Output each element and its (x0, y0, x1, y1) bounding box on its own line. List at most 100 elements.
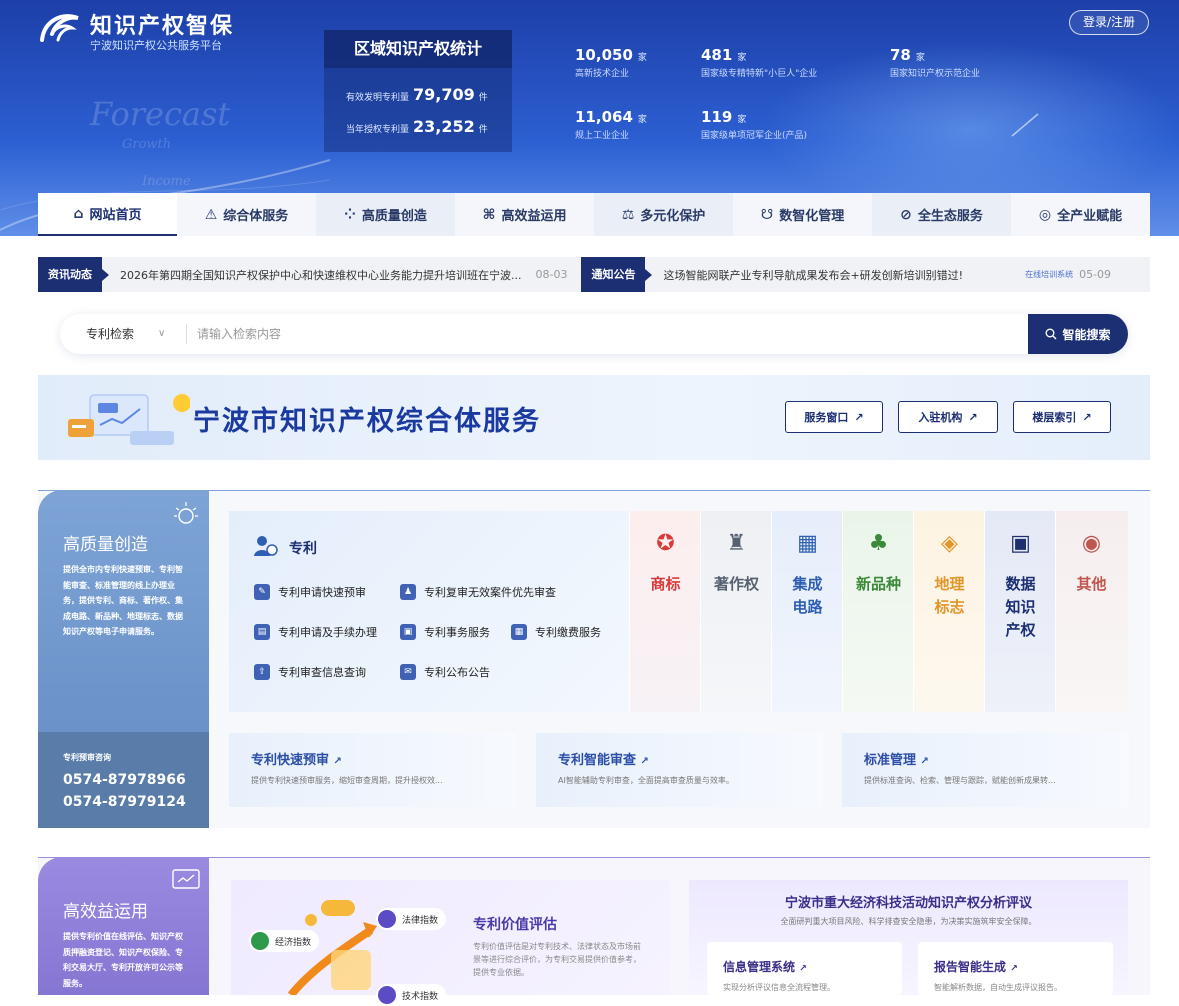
notice-tag: 通知公告 (581, 257, 653, 292)
category-label: 商标 (650, 575, 681, 593)
hotline-number: 0574-87978966 (63, 772, 186, 788)
receipt-icon: ▦ (511, 624, 527, 640)
smart-search-button[interactable]: 智能搜索 (1028, 314, 1128, 354)
card-smart-exam[interactable]: 专利智能审查 ↗ AI智能辅助专利审查，全面提高审查质量与效率。 (536, 733, 823, 807)
stat-number-desc: 规上工业企业 (575, 131, 630, 141)
stat-number-value: 481 (701, 46, 733, 64)
info-management-card[interactable]: 信息管理系统 ↗ 实现分析评议信息全流程管理。 (707, 942, 902, 995)
triangle-icon: ⚠ (204, 206, 218, 223)
floor-index-button[interactable]: 楼层索引 ↗ (1013, 401, 1111, 433)
category-new-variety[interactable]: ♣ 新品种 (842, 511, 913, 712)
smart-search-label: 智能搜索 (1062, 327, 1111, 342)
search-input[interactable] (197, 322, 997, 346)
nav-label: 数智化管理 (779, 209, 845, 224)
target-icon: ◎ (1038, 206, 1052, 223)
plant-icon: ♣ (868, 531, 889, 556)
announcement-icon: ✉ (400, 664, 416, 680)
command-icon: ⌘ (482, 206, 496, 223)
nav-home[interactable]: ⌂ 网站首页 (38, 193, 177, 236)
stat-number-unit: 家 (737, 115, 747, 125)
nav-label: 网站首页 (89, 208, 142, 223)
arrow-up-right-icon: ↗ (1082, 410, 1092, 424)
bulb-icon: ☋ (760, 206, 774, 223)
legal-icon (378, 910, 396, 928)
service-window-button[interactable]: 服务窗口 ↗ (785, 401, 883, 433)
patent-link-application[interactable]: ▤ 专利申请及手续办理 (254, 624, 377, 640)
data-chart-icon: ▣ (1010, 531, 1031, 556)
tech-icon (378, 986, 396, 1004)
stamp-icon: ♜ (726, 531, 747, 556)
card-title: 专利快速预审 ↗ (251, 753, 342, 768)
patent-link-review-priority[interactable]: ♟ 专利复审无效案件优先审查 (400, 584, 556, 600)
patent-person-icon (254, 536, 278, 556)
category-data-ip[interactable]: ▣ 数据 知识 产权 (984, 511, 1055, 712)
category-integrated-circuit[interactable]: ▦ 集成 电路 (771, 511, 842, 712)
card-title: 标准管理 ↗ (864, 753, 929, 768)
banner-illustration-icon (68, 394, 190, 445)
news-date: 08-03 (535, 268, 568, 281)
patent-title: 专利 (289, 541, 317, 557)
notice-headline-link[interactable]: 这场智能网联产业专利导航成果发布会+研发创新培训别错过! (663, 267, 963, 283)
category-copyright[interactable]: ♜ 著作权 (700, 511, 771, 712)
category-label: 集成 电路 (792, 575, 823, 616)
category-other[interactable]: ◉ 其他 (1055, 511, 1128, 712)
patent-link-announcement[interactable]: ✉ 专利公布公告 (400, 664, 490, 680)
stat-number-unit: 家 (915, 53, 925, 63)
nav-digital-management[interactable]: ☋ 数智化管理 (733, 193, 872, 236)
stat-label: 当年授权专利量 (346, 125, 410, 135)
chevron-down-icon[interactable]: ∨ (158, 314, 165, 354)
section-title: 高效益运用 (63, 902, 148, 922)
category-label: 地理 标志 (934, 575, 965, 616)
nav-quality-creation[interactable]: ⁘ 高质量创造 (316, 193, 455, 236)
card-description: 实现分析评议信息全流程管理。 (723, 983, 835, 992)
stat-number-unit: 家 (737, 53, 747, 63)
patent-link-fast-pre-exam[interactable]: ✎ 专利申请快速预审 (254, 584, 366, 600)
stat-row-valid-patents: 有效发明专利量 79,709 件 (346, 85, 488, 104)
stat-number-value: 78 (890, 46, 911, 64)
nav-ecosystem-service[interactable]: ⊘ 全生态服务 (872, 193, 1011, 236)
stat-number-value: 11,064 (575, 108, 633, 126)
stat-number-unit: 家 (637, 53, 647, 63)
scales-icon: ⚖ (621, 206, 635, 223)
stat-number-desc: 国家知识产权示范企业 (890, 69, 981, 79)
notice-date: 05-09 (1079, 268, 1112, 281)
stat-unit: 件 (478, 93, 488, 103)
analysis-review-panel: 宁波市重大经济科技活动知识产权分析评议 全面研判重大项目风险、科学排查安全隐患，… (689, 880, 1128, 995)
banner-title: 宁波市知识产权综合体服务 (193, 406, 541, 437)
card-fast-pre-exam[interactable]: 专利快速预审 ↗ 提供专利快速预审服务，缩短审查周期，提升授权效... (229, 733, 516, 807)
patent-panel: 专利 ✎ 专利申请快速预审 ♟ 专利复审无效案件优先审查 ▤ 专利申请及手续办理 ▣ 专… (229, 511, 629, 712)
news-headline-link[interactable]: 2026年第四期全国知识产权保护中心和快速维权中心业务能力提升培训班在宁波... (120, 267, 521, 283)
login-register-button[interactable]: 登录/注册 (1069, 10, 1149, 35)
stat-number-desc: 国家级单项冠军企业(产品) (701, 131, 808, 141)
nav-efficient-use[interactable]: ⌘ 高效益运用 (455, 193, 594, 236)
patent-link-exam-query[interactable]: ⇧ 专利审查信息查询 (254, 664, 366, 680)
nav-protection[interactable]: ⚖ 多元化保护 (594, 193, 733, 236)
section-description: 提供全市内专利快速预审、专利智能审查、标准管理的线上办理业务，提供专利、商标、著… (63, 565, 183, 636)
bookmark-icon: ▣ (400, 624, 416, 640)
section-description: 提供专利价值在线评估、知识产权质押融资登记、知识产权保险、专利交易大厅、专利开放… (63, 932, 183, 988)
patent-link-fee[interactable]: ▦ 专利缴费服务 (511, 624, 601, 640)
news-ticker: 资讯动态 2026年第四期全国知识产权保护中心和快速维权中心业务能力提升培训班在… (38, 257, 1150, 292)
patent-valuation-panel[interactable]: 法律指数 经济指数 技术指数 专利价值评估 专利价值评估是对专利技术、法律状态及… (231, 880, 670, 1006)
stat-number-industrial: 11,064 家 规上工业企业 (575, 107, 647, 141)
button-label: 入驻机构 (918, 411, 963, 424)
patent-link-affairs[interactable]: ▣ 专利事务服务 (400, 624, 490, 640)
brand-title: 知识产权智保 (90, 14, 235, 39)
card-title: 报告智能生成 ↗ (934, 960, 1018, 974)
notice-source: 在线培训系统 (1025, 270, 1074, 279)
nav-complex-service[interactable]: ⚠ 综合体服务 (177, 193, 316, 236)
stat-number-value: 10,050 (575, 46, 633, 64)
card-standard-management[interactable]: 标准管理 ↗ 提供标准查询、检索、管理与跟踪，赋能创新成果转... (842, 733, 1129, 807)
report-generation-card[interactable]: 报告智能生成 ↗ 智能解析数据，自动生成评议报告。 (918, 942, 1113, 995)
card-description: 提供标准查询、检索、管理与跟踪，赋能创新成果转... (864, 776, 1056, 785)
category-geographic-indication[interactable]: ◈ 地理 标志 (913, 511, 984, 712)
search-type-select[interactable]: 专利检索 (86, 314, 134, 354)
resident-institutions-button[interactable]: 入驻机构 ↗ (898, 401, 998, 433)
stat-number-value: 119 (701, 108, 733, 126)
category-trademark[interactable]: ✪ 商标 (629, 511, 700, 712)
lightbulb-icon (174, 502, 198, 524)
watermark-forecast: Forecast (90, 95, 231, 133)
card-description: 提供专利快速预审服务，缩短审查周期，提升授权效... (251, 776, 443, 785)
upload-icon: ⇧ (254, 664, 270, 680)
nav-industry-empower[interactable]: ◎ 全产业赋能 (1011, 193, 1150, 236)
